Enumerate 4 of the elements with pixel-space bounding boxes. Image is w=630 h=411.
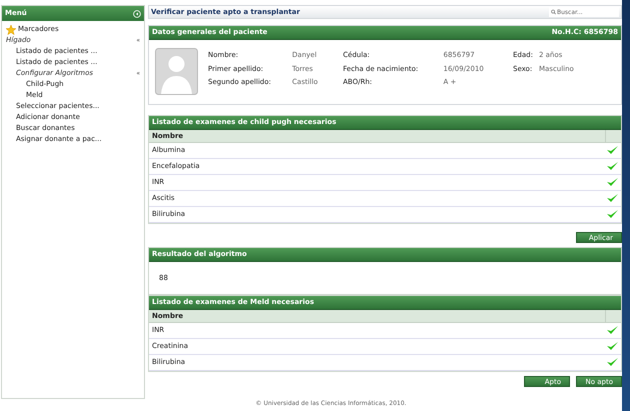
star-icon xyxy=(6,24,16,34)
avatar-icon xyxy=(155,48,198,95)
search-icon xyxy=(551,9,556,15)
collapse-icon[interactable] xyxy=(133,10,141,18)
